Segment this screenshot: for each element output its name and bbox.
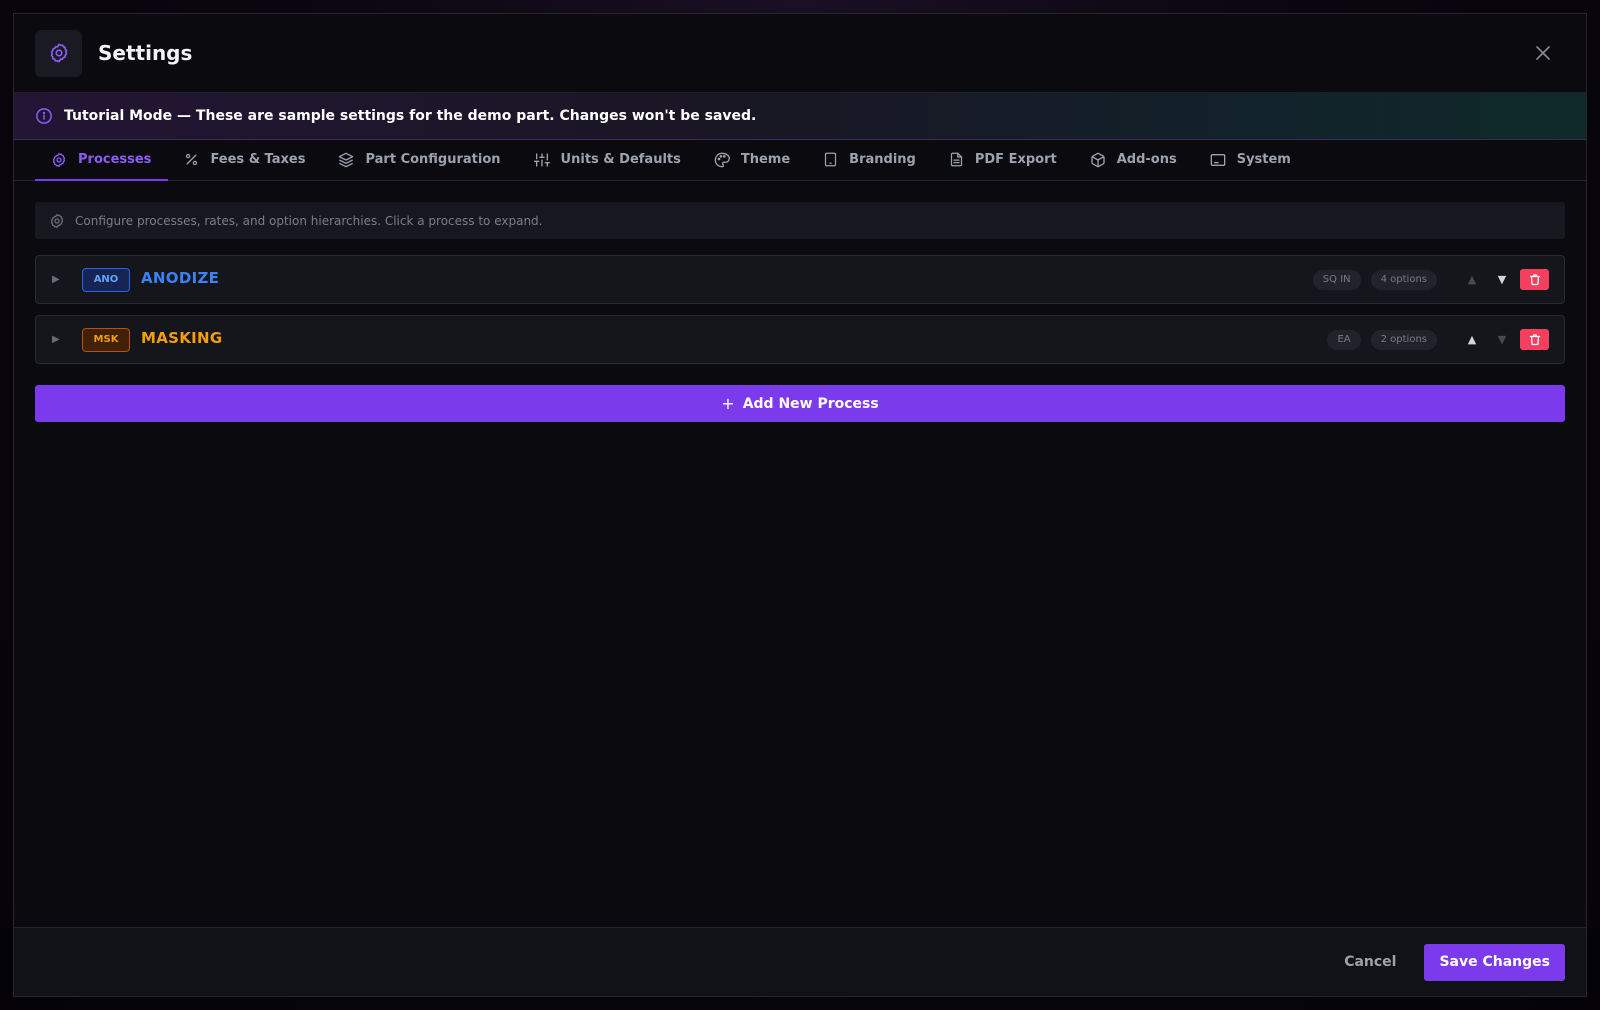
tab-branding[interactable]: Branding — [807, 140, 933, 181]
tab-bar: Processes Fees & Taxes Part Configuratio… — [14, 140, 1586, 181]
process-name: MASKING — [141, 329, 223, 347]
close-icon — [1536, 46, 1550, 60]
plus-icon: + — [721, 394, 735, 413]
process-code-badge: MSK — [82, 327, 130, 352]
expand-arrow-icon[interactable]: ▶ — [52, 274, 66, 285]
settings-modal: Settings Tutorial Mode — These are sampl… — [13, 13, 1587, 997]
tab-units-defaults[interactable]: Units & Defaults — [518, 140, 698, 181]
move-down-button[interactable]: ▼ — [1487, 333, 1517, 346]
cancel-button[interactable]: Cancel — [1344, 954, 1396, 970]
tab-label: Fees & Taxes — [210, 152, 306, 167]
monitor-icon — [1210, 152, 1226, 168]
panel-hint: Configure processes, rates, and option h… — [35, 202, 1565, 239]
delete-process-button[interactable] — [1520, 269, 1549, 290]
tab-processes[interactable]: Processes — [35, 140, 169, 181]
sliders-icon — [533, 152, 550, 168]
trash-icon — [1529, 274, 1540, 286]
modal-footer: Cancel Save Changes — [14, 927, 1586, 996]
tab-label: Part Configuration — [365, 152, 501, 167]
unit-badge: SQ IN — [1312, 269, 1361, 290]
unit-badge: EA — [1327, 329, 1361, 350]
banner-text: Tutorial Mode — These are sample setting… — [64, 108, 757, 124]
process-name: ANODIZE — [141, 269, 220, 287]
document-icon — [949, 152, 964, 167]
tab-theme[interactable]: Theme — [698, 140, 807, 181]
add-button-label: Add New Process — [742, 395, 879, 412]
delete-process-button[interactable] — [1520, 329, 1549, 350]
options-count-badge: 4 options — [1370, 269, 1437, 290]
gear-icon — [50, 213, 64, 228]
hint-text: Configure processes, rates, and option h… — [75, 213, 543, 228]
tab-fees-taxes[interactable]: Fees & Taxes — [168, 140, 322, 181]
package-icon — [1090, 152, 1106, 168]
tab-label: Add-ons — [1116, 152, 1177, 167]
page-title: Settings — [98, 41, 193, 65]
process-row-masking[interactable]: ▶ MSK MASKING EA 2 options ▲ ▼ — [35, 315, 1565, 364]
gear-icon — [51, 152, 67, 168]
tab-add-ons[interactable]: Add-ons — [1074, 140, 1194, 181]
info-icon — [36, 108, 52, 124]
tutorial-banner: Tutorial Mode — These are sample setting… — [14, 93, 1586, 140]
tab-label: Theme — [740, 152, 791, 167]
tab-label: System — [1236, 152, 1291, 167]
layers-icon — [338, 152, 354, 168]
tab-label: PDF Export — [974, 152, 1057, 167]
tab-part-configuration[interactable]: Part Configuration — [322, 140, 517, 181]
tab-label: Units & Defaults — [560, 152, 681, 167]
modal-header: Settings — [14, 14, 1586, 93]
palette-icon — [714, 152, 730, 168]
processes-panel: Configure processes, rates, and option h… — [14, 181, 1586, 927]
move-down-button[interactable]: ▼ — [1487, 273, 1517, 286]
tablet-icon — [823, 152, 838, 167]
options-count-badge: 2 options — [1370, 329, 1437, 350]
expand-arrow-icon[interactable]: ▶ — [52, 334, 66, 345]
trash-icon — [1529, 334, 1540, 346]
tab-pdf-export[interactable]: PDF Export — [933, 140, 1074, 181]
add-new-process-button[interactable]: + Add New Process — [35, 385, 1565, 422]
process-code-badge: ANO — [82, 267, 130, 292]
gear-icon — [35, 29, 82, 77]
move-up-button[interactable]: ▲ — [1457, 273, 1487, 286]
tab-system[interactable]: System — [1194, 140, 1308, 181]
save-changes-button[interactable]: Save Changes — [1424, 943, 1565, 981]
close-button[interactable] — [1530, 40, 1556, 66]
tab-label: Branding — [849, 152, 916, 167]
percent-icon — [184, 152, 199, 167]
move-up-button[interactable]: ▲ — [1457, 333, 1487, 346]
process-row-anodize[interactable]: ▶ ANO ANODIZE SQ IN 4 options ▲ ▼ — [35, 255, 1565, 304]
tab-label: Processes — [78, 152, 152, 167]
